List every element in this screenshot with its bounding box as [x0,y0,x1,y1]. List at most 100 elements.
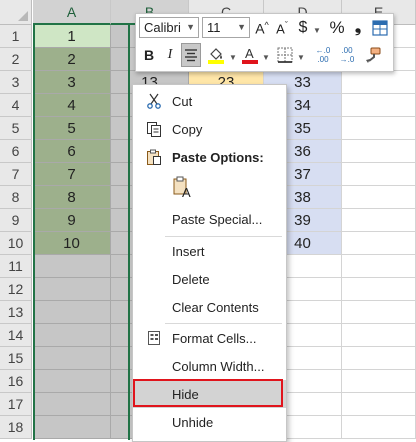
menu-label-column-width: Column Width... [172,358,265,374]
row-header-15[interactable]: 15 [0,347,32,370]
fill-color-button[interactable] [205,44,227,66]
cell-e12[interactable] [342,278,416,301]
cell-a7[interactable]: 7 [33,163,111,186]
percent-button[interactable]: % [327,17,347,39]
row-header-14[interactable]: 14 [0,324,32,347]
cell-e11[interactable] [342,255,416,278]
cell-a14[interactable] [33,324,111,347]
clipboard-icon [145,148,163,166]
menu-item-cut[interactable]: Cut [133,87,286,115]
row-header-5[interactable]: 5 [0,117,32,140]
paste-icon: A [173,176,191,199]
shrink-font-button[interactable]: Aˇ [273,17,291,39]
menu-item-unhide[interactable]: Unhide [133,408,286,436]
cell-e6[interactable] [342,140,416,163]
grow-font-button[interactable]: A^ [253,17,271,39]
row-header-18[interactable]: 18 [0,416,32,439]
menu-item-copy[interactable]: Copy [133,115,286,143]
font-color-icon: A [242,46,258,64]
row-header-10[interactable]: 10 [0,232,32,255]
menu-item-column-width[interactable]: Column Width... [133,352,286,380]
svg-text:A: A [245,46,254,61]
align-center-icon [185,49,197,62]
font-color-button[interactable]: A [240,44,260,66]
row-header-13[interactable]: 13 [0,301,32,324]
row-header-9[interactable]: 9 [0,209,32,232]
comma-style-button[interactable]: ❟ [349,17,367,39]
cell-e15[interactable] [342,347,416,370]
row-header-1[interactable]: 1 [0,25,32,48]
format-table-button[interactable] [370,17,390,39]
font-name-value: Calibri [144,20,181,35]
shrink-font-icon: Aˇ [276,19,288,37]
menu-label-format-cells: Format Cells... [172,330,257,346]
cell-a13[interactable] [33,301,111,324]
paste-option-button[interactable]: A [169,173,197,201]
menu-label-unhide: Unhide [172,414,214,430]
row-header-12[interactable]: 12 [0,278,32,301]
menu-item-clear-contents[interactable]: Clear Contents [133,293,286,321]
row-header-6[interactable]: 6 [0,140,32,163]
row-header-7[interactable]: 7 [0,163,32,186]
menu-item-insert[interactable]: Insert [133,237,286,265]
row-header-16[interactable]: 16 [0,370,32,393]
menu-item-paste-special[interactable]: Paste Special... [133,205,286,233]
cell-a5[interactable]: 5 [33,117,111,140]
row-header-8[interactable]: 8 [0,186,32,209]
cell-a4[interactable]: 4 [33,94,111,117]
cell-a2[interactable]: 2 [33,48,111,71]
decrease-decimal-button[interactable]: .00 →.0 [336,44,358,66]
cell-a16[interactable] [33,370,111,393]
cell-a9[interactable]: 9 [33,209,111,232]
font-name-box[interactable]: Calibri ▼ [139,17,199,38]
increase-decimal-button[interactable]: ←.0.00 [312,44,334,66]
cell-a17[interactable] [33,393,111,416]
format-painter-button[interactable] [362,44,384,66]
menu-item-format-cells[interactable]: Format Cells... [133,324,286,352]
cell-e10[interactable] [342,232,416,255]
menu-label-copy: Copy [172,121,203,137]
row-header-4[interactable]: 4 [0,94,32,117]
cell-e4[interactable] [342,94,416,117]
cell-a1[interactable]: 1 [33,25,111,48]
menu-item-delete[interactable]: Delete [133,265,286,293]
cell-a8[interactable]: 8 [33,186,111,209]
chevron-down-icon: ▼ [262,53,270,62]
cell-e8[interactable] [342,186,416,209]
row-header-11[interactable]: 11 [0,255,32,278]
italic-button[interactable]: I [161,44,179,66]
cell-a18[interactable] [33,416,111,439]
borders-button[interactable] [275,44,295,66]
cell-a3[interactable]: 3 [33,71,111,94]
cell-e9[interactable] [342,209,416,232]
cell-a6[interactable]: 6 [33,140,111,163]
menu-label-delete: Delete [172,271,210,287]
cell-a11[interactable] [33,255,111,278]
row-header-2[interactable]: 2 [0,48,32,71]
comma-style-icon: ❟ [354,19,362,36]
cell-e13[interactable] [342,301,416,324]
column-header-a[interactable]: A [33,0,111,25]
select-all-corner[interactable] [0,0,32,25]
cell-e17[interactable] [342,393,416,416]
font-size-box[interactable]: 11 ▼ [202,17,250,38]
cell-e16[interactable] [342,370,416,393]
row-header-3[interactable]: 3 [0,71,32,94]
center-align-button[interactable] [181,43,201,67]
format-painter-icon [366,47,381,63]
cell-e7[interactable] [342,163,416,186]
cell-e5[interactable] [342,117,416,140]
font-size-value: 11 [207,20,221,35]
row-header-17[interactable]: 17 [0,393,32,416]
currency-button[interactable]: $ [294,17,312,39]
cell-e14[interactable] [342,324,416,347]
borders-icon [277,47,293,63]
cell-a15[interactable] [33,347,111,370]
cell-e18[interactable] [342,416,416,439]
decrease-decimal-icon: .00 →.0 [339,46,355,64]
cell-a12[interactable] [33,278,111,301]
bold-button[interactable]: B [139,44,159,66]
fill-bucket-icon [208,48,224,64]
cell-a10[interactable]: 10 [33,232,111,255]
cell-e3[interactable] [342,71,416,94]
